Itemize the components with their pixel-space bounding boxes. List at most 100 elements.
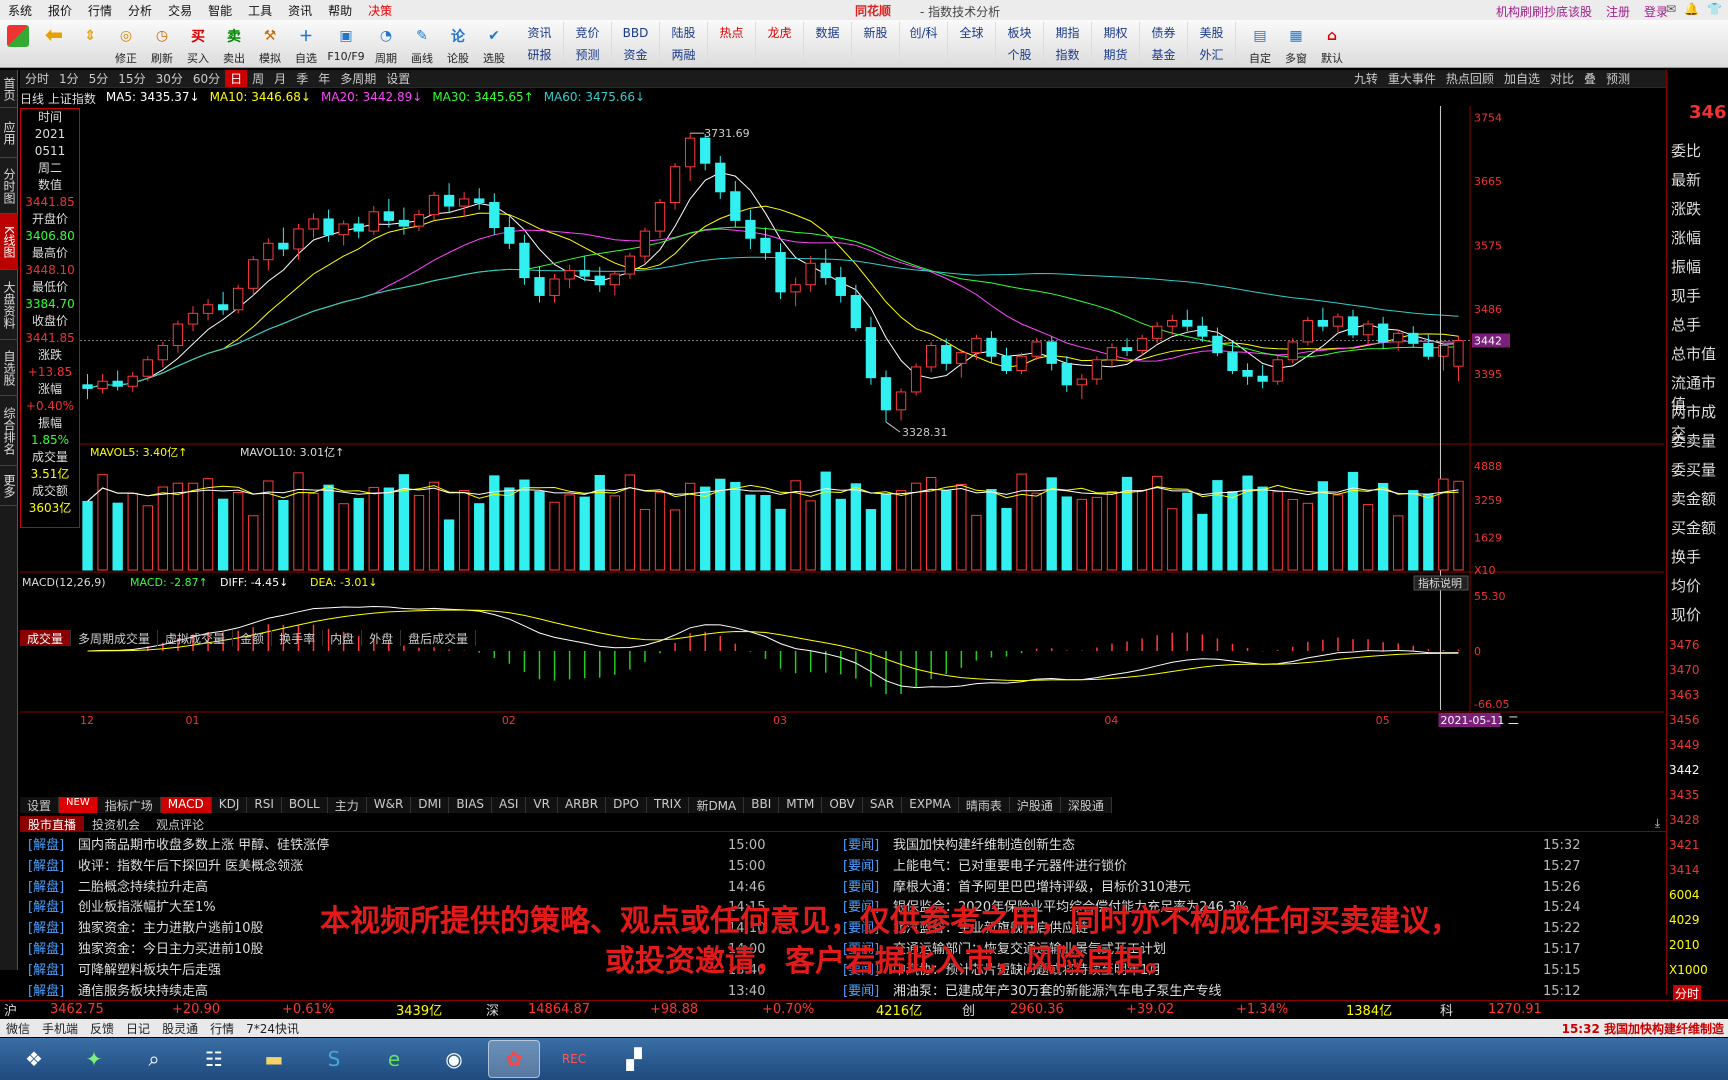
taskbar-app-system[interactable]: ▞ xyxy=(608,1040,660,1078)
taskbar-app-recorder[interactable]: REC xyxy=(548,1040,600,1078)
period-month[interactable]: 月 xyxy=(269,70,291,87)
sz-value[interactable]: 14864.87 xyxy=(528,1002,590,1017)
left-tab-watchlist[interactable]: 自选股 xyxy=(0,340,18,396)
taskbar-app-explorer[interactable]: ▬ xyxy=(248,1040,300,1078)
menu-item-quote[interactable]: 报价 xyxy=(40,2,80,19)
tab-wr[interactable]: W&R xyxy=(367,797,412,813)
taskbar-app-browser[interactable]: e xyxy=(368,1040,420,1078)
tab-vr[interactable]: VR xyxy=(526,797,558,813)
tab-expma[interactable]: EXPMA xyxy=(902,797,959,813)
tab-live[interactable]: 股市直播 xyxy=(20,816,85,832)
sell-button[interactable]: 卖卖出 xyxy=(216,22,252,66)
list-item[interactable]: [要闻] 摩根大通：首予阿里巴巴增持评级，目标价310港元 15:26 xyxy=(843,878,1588,899)
left-tab-home[interactable]: 首页 xyxy=(0,70,18,108)
toolbar-link[interactable]: 资金 xyxy=(612,43,660,66)
tab-sz-connect[interactable]: 深股通 xyxy=(1061,797,1112,813)
left-tab-more[interactable]: 更多 xyxy=(0,466,18,506)
period-15min[interactable]: 15分 xyxy=(113,70,150,87)
period-30min[interactable]: 30分 xyxy=(151,70,188,87)
toolbar-link[interactable]: 陆股 xyxy=(660,21,708,44)
period-1min[interactable]: 1分 xyxy=(54,70,84,87)
period-5min[interactable]: 5分 xyxy=(84,70,114,87)
tab-bbi[interactable]: BBI xyxy=(744,797,780,813)
flash-news-link[interactable]: 7*24快讯 xyxy=(240,1020,305,1037)
kline-chart[interactable]: 3754 3665 3575 3486 3442 3395 3731.69 3328.31 MA… xyxy=(20,106,1664,798)
kc-value[interactable]: 1270.91 xyxy=(1488,1002,1542,1017)
tab-turnover[interactable]: 换手率 xyxy=(272,630,324,646)
nine-turn-button[interactable]: 九转 xyxy=(1354,70,1378,87)
period-day[interactable]: 日 xyxy=(225,70,248,87)
taskbar-app-tiles[interactable]: ☷ xyxy=(188,1040,240,1078)
market-link[interactable]: 行情 xyxy=(204,1020,240,1037)
menu-item-help[interactable]: 帮助 xyxy=(320,2,360,19)
taskbar-app-360[interactable]: ✦ xyxy=(68,1040,120,1078)
toolbar-link[interactable]: 竞价 xyxy=(564,21,612,44)
toolbar-link[interactable]: 龙虎 xyxy=(756,21,804,44)
toolbar-link[interactable]: 全球 xyxy=(948,21,996,44)
left-tab-kline[interactable]: K线图 xyxy=(0,214,18,270)
download-icon[interactable]: ⤓ xyxy=(1655,816,1660,831)
toolbar-link[interactable]: 债券 xyxy=(1140,21,1188,44)
taskbar-app-obs[interactable]: ◉ xyxy=(428,1040,480,1078)
period-quarter[interactable]: 季 xyxy=(291,70,313,87)
mail-icon[interactable]: ✉ xyxy=(1666,2,1676,16)
toolbar-link[interactable]: 两融 xyxy=(660,43,708,66)
toolbar-link[interactable]: 研报 xyxy=(516,43,564,66)
toolbar-link[interactable] xyxy=(756,43,804,66)
list-item[interactable]: [要闻] 我国加快构建纤维制造创新生态 15:32 xyxy=(843,836,1588,857)
mobile-link[interactable]: 手机端 xyxy=(36,1020,84,1037)
tab-outer[interactable]: 外盘 xyxy=(362,630,402,646)
tab-rsi[interactable]: RSI xyxy=(247,797,282,813)
f10-button[interactable]: ▣ F10/F9 xyxy=(324,22,368,66)
bell-icon[interactable]: 🔔 xyxy=(1684,2,1699,16)
buy-button[interactable]: 买买入 xyxy=(180,22,216,66)
promo-link[interactable]: 机构刷刷抄底该股 xyxy=(1496,3,1592,20)
shirt-icon[interactable]: 👕 xyxy=(1707,2,1722,16)
toolbar-link[interactable]: 新股 xyxy=(852,21,900,44)
tab-opportunity[interactable]: 投资机会 xyxy=(84,816,148,832)
list-item[interactable]: [解盘] 收评：指数午后下探回升 医美概念领涨 15:00 xyxy=(28,857,773,878)
custom-button[interactable]: ▤ 自定 xyxy=(1242,22,1278,66)
toolbar-link[interactable]: 热点 xyxy=(708,21,756,44)
tab-arbr[interactable]: ARBR xyxy=(558,797,607,813)
forecast-button[interactable]: 预测 xyxy=(1606,70,1630,87)
tab-amount[interactable]: 金额 xyxy=(233,630,273,646)
menu-item-market[interactable]: 行情 xyxy=(80,2,120,19)
tab-volume[interactable]: 成交量 xyxy=(20,630,72,646)
toolbar-link[interactable]: 期货 xyxy=(1092,43,1140,66)
start-button[interactable]: ❖ xyxy=(8,1040,60,1078)
list-item[interactable]: [解盘] 二胎概念持续拉升走高 14:46 xyxy=(28,878,773,899)
tab-after-hours[interactable]: 盘后成交量 xyxy=(401,630,477,646)
tab-new-dma[interactable]: 新DMA xyxy=(689,797,745,813)
add-watchlist-button[interactable]: 加自选 xyxy=(1504,70,1540,87)
up-down-button[interactable]: ⇕ xyxy=(72,22,108,66)
stock-picker-button[interactable]: ✔ 选股 xyxy=(476,22,512,66)
toolbar-link[interactable]: 期权 xyxy=(1092,21,1140,44)
tab-main-force[interactable]: 主力 xyxy=(328,797,367,813)
tab-inner[interactable]: 内盘 xyxy=(323,630,363,646)
toolbar-link[interactable] xyxy=(852,43,900,66)
toolbar-link[interactable]: 创/科 xyxy=(900,21,948,44)
compare-button[interactable]: 对比 xyxy=(1550,70,1574,87)
multi-window-button[interactable]: ▦ 多窗 xyxy=(1278,22,1314,66)
diary-link[interactable]: 日记 xyxy=(120,1020,156,1037)
hot-review-button[interactable]: 热点回顾 xyxy=(1446,70,1494,87)
toolbar-link[interactable]: 预测 xyxy=(564,43,612,66)
taskbar-app-search[interactable]: ⌕ xyxy=(128,1040,180,1078)
register-link[interactable]: 注册 xyxy=(1606,3,1630,20)
menu-item-tools[interactable]: 工具 xyxy=(240,2,280,19)
tab-mtm[interactable]: MTM xyxy=(779,797,823,813)
tab-trix[interactable]: TRIX xyxy=(647,797,690,813)
menu-item-trade[interactable]: 交易 xyxy=(160,2,200,19)
discuss-button[interactable]: 论论股 xyxy=(440,22,476,66)
period-settings[interactable]: 设置 xyxy=(381,70,415,87)
feedback-link[interactable]: 反馈 xyxy=(84,1020,120,1037)
major-events-button[interactable]: 重大事件 xyxy=(1388,70,1436,87)
period-multi[interactable]: 多周期 xyxy=(335,70,381,87)
toolbar-link[interactable]: 个股 xyxy=(996,43,1044,66)
left-tab-ranking[interactable]: 综合排名 xyxy=(0,396,18,466)
tab-dmi[interactable]: DMI xyxy=(411,797,450,813)
tab-opinion[interactable]: 观点评论 xyxy=(148,816,212,832)
period-intraday[interactable]: 分时 xyxy=(20,70,54,87)
news-ticker[interactable]: 15:32 我国加快构建纤维制造 xyxy=(1562,1020,1724,1037)
